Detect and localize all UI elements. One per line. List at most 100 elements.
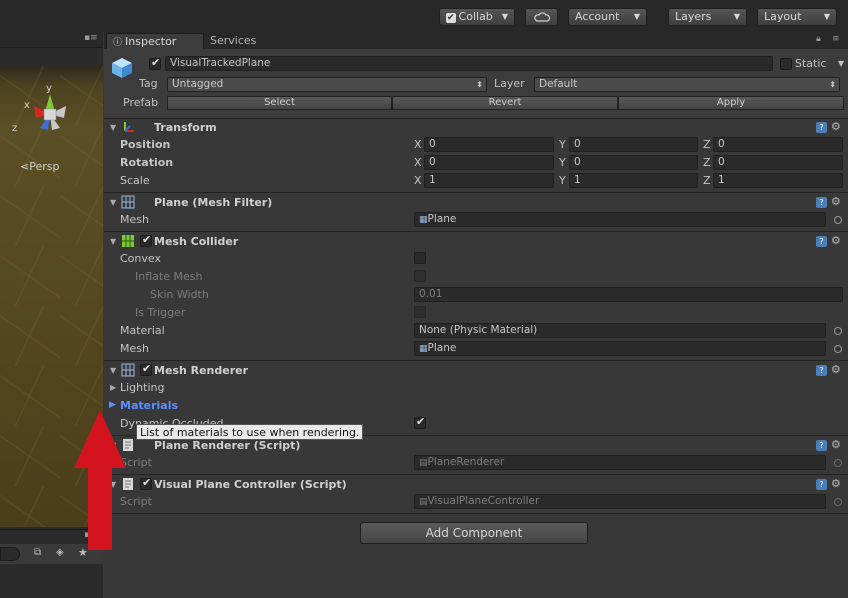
mesh-renderer-enabled-checkbox[interactable] bbox=[140, 362, 152, 376]
help-icon[interactable]: ? bbox=[816, 365, 827, 376]
axis-x-label: X bbox=[414, 174, 422, 187]
foldout-arrow-icon[interactable]: ▼ bbox=[110, 123, 116, 132]
static-checkbox[interactable] bbox=[780, 58, 792, 70]
scale-label: Scale bbox=[120, 174, 150, 187]
axis-y-label: Y bbox=[559, 174, 566, 187]
tag-dropdown[interactable]: Untagged ⬍ bbox=[167, 77, 487, 92]
cloud-button[interactable] bbox=[525, 8, 558, 26]
object-picker-icon[interactable] bbox=[834, 345, 842, 353]
help-icon[interactable]: ? bbox=[816, 479, 827, 490]
materials-tooltip: List of materials to use when rendering. bbox=[136, 424, 364, 440]
layout-dropdown[interactable]: Layout ▼ bbox=[757, 8, 837, 26]
prefab-apply-button[interactable]: Apply bbox=[618, 96, 844, 110]
lock-icon[interactable]: 🔒︎ bbox=[816, 34, 821, 44]
collab-label: Collab bbox=[458, 10, 493, 23]
gizmo-y-label: y bbox=[46, 83, 52, 94]
account-dropdown[interactable]: Account ▼ bbox=[568, 8, 647, 26]
convex-checkbox[interactable] bbox=[414, 252, 426, 264]
divider bbox=[104, 513, 848, 514]
filter-type-icon[interactable]: ⧉ bbox=[34, 547, 41, 558]
object-picker-icon[interactable] bbox=[834, 216, 842, 224]
static-label: Static bbox=[795, 57, 827, 70]
layer-value: Default bbox=[539, 78, 578, 90]
mesh-collider-enabled-checkbox[interactable] bbox=[140, 233, 152, 247]
mesh-filter-icon bbox=[121, 195, 135, 209]
collab-button[interactable]: ✔ Collab ▼ bbox=[439, 8, 515, 26]
gear-icon[interactable]: ⚙ bbox=[831, 195, 841, 208]
mesh-collider-mesh-value: Plane bbox=[427, 342, 457, 354]
mesh-collider-icon bbox=[122, 235, 134, 247]
menu-icon[interactable]: ≡ bbox=[832, 34, 840, 44]
axis-x-label: X bbox=[414, 156, 422, 169]
object-picker-icon[interactable] bbox=[834, 327, 842, 335]
account-label: Account bbox=[575, 10, 620, 23]
project-search-input[interactable] bbox=[0, 547, 20, 561]
tab-inspector[interactable]: ⓘ Inspector bbox=[106, 33, 204, 49]
prefab-select-button[interactable]: Select bbox=[167, 96, 392, 110]
foldout-arrow-icon[interactable]: ▼ bbox=[110, 366, 116, 375]
divider bbox=[104, 360, 848, 361]
persp-toggle[interactable]: ⋖Persp bbox=[20, 160, 59, 173]
chevron-down-icon: ▼ bbox=[733, 12, 740, 21]
gear-icon[interactable]: ⚙ bbox=[831, 234, 841, 247]
scale-z-field[interactable]: 1 bbox=[713, 173, 843, 188]
scale-y-field[interactable]: 1 bbox=[569, 173, 698, 188]
gear-icon[interactable]: ⚙ bbox=[831, 363, 841, 376]
prefab-revert-button[interactable]: Revert bbox=[392, 96, 618, 110]
gear-icon[interactable]: ⚙ bbox=[831, 477, 841, 490]
script-file-icon: ▤ bbox=[419, 497, 428, 507]
mesh-filter-mesh-value: Plane bbox=[427, 213, 457, 225]
object-name-field[interactable]: VisualTrackedPlane bbox=[165, 56, 773, 71]
materials-foldout[interactable]: Materials bbox=[120, 399, 178, 412]
active-checkbox[interactable] bbox=[149, 56, 161, 70]
help-icon[interactable]: ? bbox=[816, 197, 827, 208]
scale-x-field[interactable]: 1 bbox=[424, 173, 554, 188]
position-y-field[interactable]: 0 bbox=[569, 137, 698, 152]
mesh-renderer-title: Mesh Renderer bbox=[154, 364, 249, 377]
mesh-renderer-icon bbox=[121, 363, 135, 377]
lighting-foldout[interactable]: Lighting bbox=[120, 381, 164, 394]
help-icon[interactable]: ? bbox=[816, 236, 827, 247]
skin-width-field: 0.01 bbox=[414, 287, 843, 302]
rotation-z-field[interactable]: 0 bbox=[713, 155, 843, 170]
scene-tab-bar: ▪≡ bbox=[0, 32, 103, 48]
foldout-arrow-icon[interactable]: ▼ bbox=[110, 237, 116, 246]
mesh-icon: ▦ bbox=[419, 215, 428, 225]
position-z-field[interactable]: 0 bbox=[713, 137, 843, 152]
plane-renderer-title: Plane Renderer (Script) bbox=[154, 439, 301, 452]
rotation-x-field[interactable]: 0 bbox=[424, 155, 554, 170]
tag-icon[interactable]: ◈ bbox=[56, 547, 64, 558]
help-icon[interactable]: ? bbox=[816, 440, 827, 451]
tab-services[interactable]: Services bbox=[210, 33, 256, 49]
position-x-field[interactable]: 0 bbox=[424, 137, 554, 152]
mesh-icon: ▦ bbox=[419, 344, 428, 354]
rotation-y-field[interactable]: 0 bbox=[569, 155, 698, 170]
dynamic-occluded-checkbox[interactable] bbox=[414, 415, 426, 429]
material-field[interactable]: None (Physic Material) bbox=[414, 323, 826, 338]
foldout-arrow-icon[interactable]: ▼ bbox=[110, 198, 116, 207]
persp-arrow-icon: ⋖ bbox=[20, 160, 30, 173]
layer-label: Layer bbox=[494, 77, 525, 90]
add-component-button[interactable]: Add Component bbox=[360, 522, 588, 544]
layer-dropdown[interactable]: Default ⬍ bbox=[534, 77, 840, 92]
gear-icon[interactable]: ⚙ bbox=[831, 120, 841, 133]
mesh-collider-mesh-label: Mesh bbox=[120, 342, 149, 355]
help-icon[interactable]: ? bbox=[816, 122, 827, 133]
foldout-arrow-icon[interactable]: ▶ bbox=[110, 383, 116, 392]
plane-renderer-script-value: PlaneRenderer bbox=[427, 456, 505, 468]
visual-controller-enabled-checkbox[interactable] bbox=[140, 476, 152, 490]
inflate-mesh-checkbox bbox=[414, 270, 426, 282]
is-trigger-label: Is Trigger bbox=[135, 306, 186, 319]
tag-label: Tag bbox=[139, 77, 158, 90]
prefab-label: Prefab bbox=[123, 96, 159, 109]
gear-icon[interactable]: ⚙ bbox=[831, 438, 841, 451]
layers-dropdown[interactable]: Layers ▼ bbox=[668, 8, 747, 26]
is-trigger-checkbox bbox=[414, 306, 426, 318]
info-icon: ⓘ bbox=[113, 38, 123, 48]
visual-controller-title: Visual Plane Controller (Script) bbox=[154, 478, 347, 491]
chevron-down-icon[interactable]: ▼ bbox=[838, 59, 844, 68]
mesh-filter-mesh-field[interactable]: ▦Plane bbox=[414, 212, 826, 227]
menu-icon[interactable]: ▪≡ bbox=[84, 33, 98, 43]
mesh-collider-mesh-field[interactable]: ▦Plane bbox=[414, 341, 826, 356]
divider bbox=[104, 474, 848, 475]
